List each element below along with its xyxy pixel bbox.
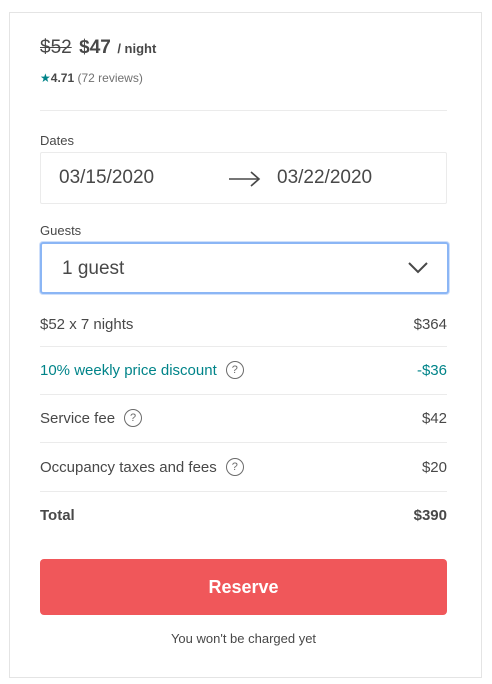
divider xyxy=(40,346,447,347)
service-fee-amount: $42 xyxy=(421,409,447,427)
discount-label: 10% weekly price discount xyxy=(40,361,217,379)
original-price: $52 xyxy=(40,37,72,58)
nightly-rate-label: $52 x 7 nights xyxy=(40,315,134,333)
taxes-amount: $20 xyxy=(421,458,447,476)
arrow-right-icon xyxy=(229,171,261,187)
service-fee-label-group: Service fee ? xyxy=(40,409,143,427)
check-in-date[interactable]: 03/15/2020 xyxy=(59,167,154,189)
divider xyxy=(40,110,447,111)
nightly-rate-row: $52 x 7 nights $364 xyxy=(40,313,447,335)
service-fee-label: Service fee xyxy=(40,409,116,427)
reviews-count[interactable]: (72 reviews) xyxy=(77,71,142,85)
total-label: Total xyxy=(40,506,75,524)
discount-row: 10% weekly price discount ? -$36 xyxy=(40,359,447,381)
booking-card: $52 $47 / night ★4.71 (72 reviews) Dates… xyxy=(9,12,482,678)
chevron-down-icon xyxy=(408,262,428,274)
dates-picker: 03/15/2020 03/22/2020 xyxy=(40,152,447,204)
guests-label: Guests xyxy=(40,223,82,238)
dates-label: Dates xyxy=(40,133,74,148)
check-out-date[interactable]: 03/22/2020 xyxy=(277,167,372,189)
discounted-price: $47 xyxy=(79,37,111,58)
rating-row: ★4.71 (72 reviews) xyxy=(40,71,143,85)
total-row: Total $390 xyxy=(40,504,447,526)
help-icon[interactable]: ? xyxy=(225,361,244,379)
guests-value: 1 guest xyxy=(62,258,125,279)
help-icon[interactable]: ? xyxy=(124,409,143,427)
guests-select[interactable]: 1 guest xyxy=(40,242,449,294)
divider xyxy=(40,394,447,395)
reserve-button[interactable]: Reserve xyxy=(40,559,447,615)
no-charge-note: You won't be charged yet xyxy=(170,631,317,646)
per-night-label: / night xyxy=(117,41,157,56)
star-icon: ★ xyxy=(40,71,51,85)
nightly-rate-amount: $364 xyxy=(413,315,447,333)
discount-amount: -$36 xyxy=(416,361,447,379)
divider xyxy=(40,491,447,492)
price-row: $52 $47 / night xyxy=(40,37,156,63)
discount-label-group: 10% weekly price discount ? xyxy=(40,361,244,379)
divider xyxy=(40,442,447,443)
taxes-label-group: Occupancy taxes and fees ? xyxy=(40,458,244,476)
taxes-row: Occupancy taxes and fees ? $20 xyxy=(40,456,447,478)
total-amount: $390 xyxy=(413,506,447,524)
service-fee-row: Service fee ? $42 xyxy=(40,407,447,429)
rating-value: 4.71 xyxy=(50,71,75,85)
taxes-label: Occupancy taxes and fees xyxy=(40,458,217,476)
help-icon[interactable]: ? xyxy=(225,458,244,476)
